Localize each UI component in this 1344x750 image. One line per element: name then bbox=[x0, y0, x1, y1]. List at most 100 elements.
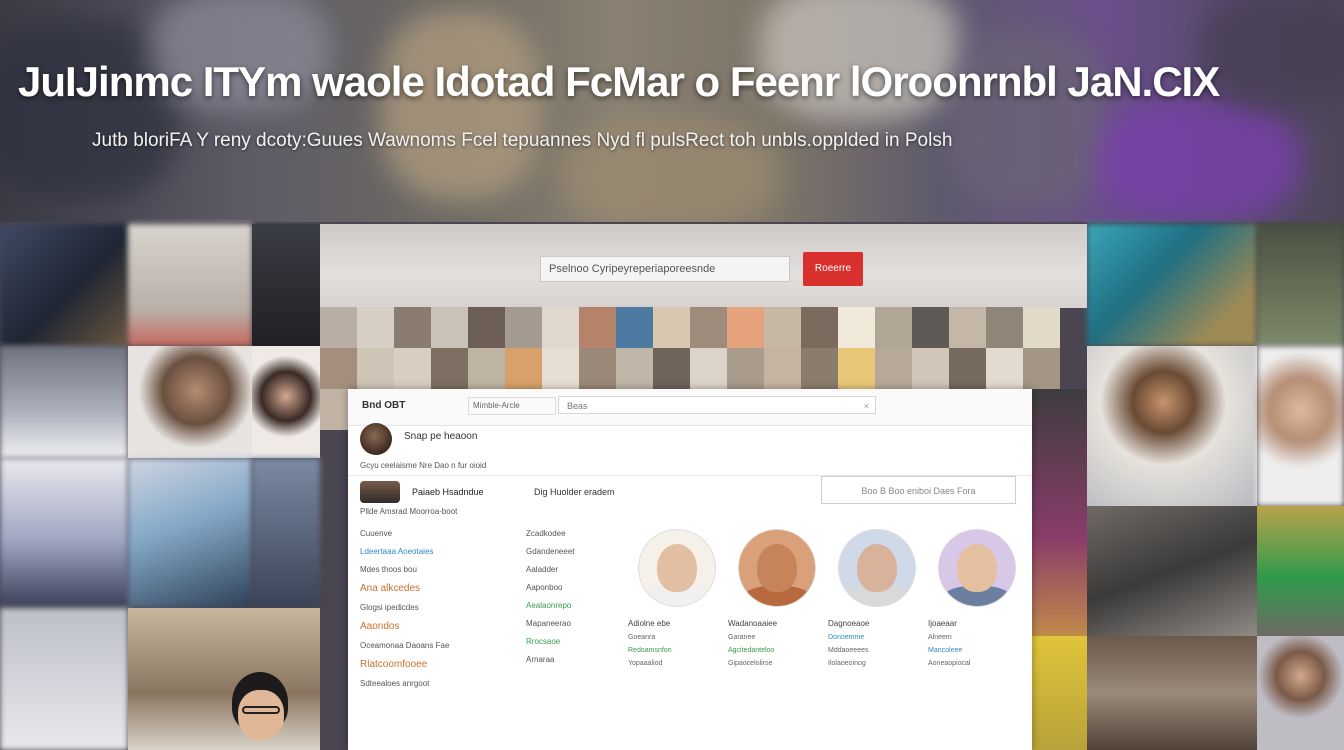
account-name[interactable]: Paiaeb Hsadndue bbox=[412, 487, 484, 497]
person-detail: Donoemme bbox=[828, 634, 865, 641]
portrait-face bbox=[757, 544, 797, 592]
person-detail: Agcitedanteloo bbox=[728, 647, 775, 654]
page-headline: JuIJinmc ITYm waole Idotad FcMar o Feenr… bbox=[18, 58, 1220, 105]
feed-item[interactable]: Sdteealoes anrgoot bbox=[360, 679, 520, 688]
person-name[interactable]: Adiolne ebe bbox=[628, 619, 728, 628]
feed-item[interactable]: Mapaneerao bbox=[526, 619, 622, 628]
collage-tile bbox=[252, 224, 320, 346]
banner-search-button[interactable]: Roeerre bbox=[803, 252, 863, 286]
collage-tile bbox=[1087, 636, 1257, 750]
left-feed-column: Cuuenve Ldeertaaa Aoeotaies Mdes thoos b… bbox=[360, 529, 520, 697]
social-app-window: Bnd OBT Mimble-Arcle Beas × Snap pe heao… bbox=[348, 389, 1032, 750]
collage-tile bbox=[0, 346, 128, 458]
account-subtitle: Pllde Amsrad Moorroa-boot bbox=[360, 507, 458, 516]
header-collage-background bbox=[0, 0, 1344, 222]
photo-thumb bbox=[764, 348, 801, 389]
notification-text: Dig Huolder eradem bbox=[534, 487, 615, 497]
feed-item[interactable]: Ana alkcedes bbox=[360, 583, 520, 594]
person-portrait[interactable] bbox=[938, 529, 1016, 607]
middle-feed-column: Zcadkodee Gdandeneeet Aaladder Aaponboo … bbox=[526, 529, 622, 673]
avatar[interactable] bbox=[360, 423, 392, 455]
photo-thumb bbox=[320, 307, 357, 348]
photo-thumb bbox=[616, 307, 653, 348]
person-name[interactable]: Ijoaeaar bbox=[928, 619, 1028, 628]
photo-thumb bbox=[357, 348, 394, 389]
photo-thumb bbox=[468, 348, 505, 389]
person-card[interactable]: Dagnoeaoe Donoemme Mddaoeeees Ilolaoeoin… bbox=[828, 529, 928, 667]
photo-thumb bbox=[727, 307, 764, 348]
photo-thumb bbox=[653, 348, 690, 389]
profile-meta: Gcyu ceelaisme Nre Dao n fur oioid bbox=[360, 461, 487, 470]
account-card[interactable]: Paiaeb Hsadndue Pllde Amsrad Moorroa-boo… bbox=[360, 481, 530, 516]
person-detail: Mancoleee bbox=[928, 647, 963, 654]
feed-item[interactable]: Rlatcoomfooee bbox=[360, 659, 520, 670]
feed-item[interactable]: Aealaonrepo bbox=[526, 601, 622, 610]
person-detail: Garanee bbox=[728, 634, 756, 641]
clear-icon[interactable]: × bbox=[864, 397, 869, 415]
profile-name[interactable]: Snap pe heaoon bbox=[404, 431, 477, 442]
photo-thumb bbox=[801, 348, 838, 389]
feed-item[interactable]: Aaondos bbox=[360, 621, 520, 632]
person-name[interactable]: Dagnoeaoe bbox=[828, 619, 928, 628]
photo-strip bbox=[320, 307, 1087, 430]
photo-thumb bbox=[986, 307, 1023, 348]
feed-item[interactable]: Mdes thoos bou bbox=[360, 565, 520, 574]
person-photo bbox=[222, 672, 302, 750]
feed-item[interactable]: Zcadkodee bbox=[526, 529, 622, 538]
person-detail: Goeanra bbox=[628, 634, 656, 641]
photo-thumb bbox=[431, 307, 468, 348]
photo-thumb bbox=[801, 307, 838, 348]
feed-item[interactable]: Arnaraa bbox=[526, 655, 622, 664]
feed-item[interactable]: Ldeertaaa Aoeotaies bbox=[360, 547, 520, 556]
brand-search-link[interactable]: Mimble-Arcle bbox=[468, 397, 556, 415]
photo-thumb bbox=[579, 348, 616, 389]
collage-tile bbox=[1087, 224, 1257, 346]
collage-tile bbox=[128, 224, 252, 346]
collage-tile bbox=[128, 346, 252, 458]
collage-tile bbox=[252, 346, 320, 458]
photo-thumb bbox=[468, 307, 505, 348]
photo-thumb bbox=[579, 307, 616, 348]
feed-item[interactable]: Aaladder bbox=[526, 565, 622, 574]
feed-item[interactable]: Cuuenve bbox=[360, 529, 520, 538]
person-name[interactable]: Wadanoaaiee bbox=[728, 619, 828, 628]
collage-tile bbox=[1257, 346, 1344, 506]
photo-thumb bbox=[912, 307, 949, 348]
person-card[interactable]: Adiolne ebe Goeanra Redoamsnfon Yopaaali… bbox=[628, 529, 728, 667]
collage-tile bbox=[1257, 636, 1344, 750]
person-portrait[interactable] bbox=[738, 529, 816, 607]
main-search-input[interactable]: Beas × bbox=[558, 396, 876, 414]
person-detail: Redoamsnfon bbox=[628, 647, 672, 654]
collage-tile bbox=[1257, 224, 1344, 346]
collage-tile bbox=[1032, 389, 1087, 636]
feed-item[interactable]: Glogsi ipedicdes bbox=[360, 603, 520, 612]
photo-thumb bbox=[875, 348, 912, 389]
feed-item[interactable]: Rrocsaoe bbox=[526, 637, 622, 646]
account-avatar[interactable] bbox=[360, 481, 400, 503]
app-header: Bnd OBT Mimble-Arcle Beas × bbox=[348, 389, 1032, 426]
photo-thumb bbox=[357, 307, 394, 348]
banner-search-input[interactable]: Pselnoo Cyripeyreperiaporeesnde bbox=[540, 256, 790, 282]
portrait-face bbox=[957, 544, 997, 592]
portrait-face bbox=[857, 544, 897, 592]
collage-tile bbox=[252, 458, 320, 608]
photo-thumb bbox=[505, 348, 542, 389]
person-card[interactable]: Wadanoaaiee Garanee Agcitedanteloo Gipao… bbox=[728, 529, 828, 667]
photo-thumb bbox=[1023, 348, 1060, 389]
feed-item[interactable]: Oceamonaa Daoans Fae bbox=[360, 641, 520, 650]
photo-thumb bbox=[764, 307, 801, 348]
person-portrait[interactable] bbox=[638, 529, 716, 607]
person-detail: Ilolaoeoinog bbox=[828, 660, 866, 667]
photo-thumb bbox=[616, 348, 653, 389]
photo-thumb bbox=[653, 307, 690, 348]
brand-logo[interactable]: Bnd OBT bbox=[362, 400, 405, 411]
photo-thumb bbox=[690, 307, 727, 348]
person-card[interactable]: Ijoaeaar Alneem Mancoleee Aoneaopiocal bbox=[928, 529, 1028, 667]
feed-item[interactable]: Gdandeneeet bbox=[526, 547, 622, 556]
secondary-search-input[interactable]: Boo B Boo eniboi Daes Fora bbox=[821, 476, 1016, 504]
photo-thumb bbox=[838, 307, 875, 348]
feed-item[interactable]: Aaponboo bbox=[526, 583, 622, 592]
collage-tile bbox=[0, 224, 128, 346]
person-portrait[interactable] bbox=[838, 529, 916, 607]
photo-thumb bbox=[431, 348, 468, 389]
